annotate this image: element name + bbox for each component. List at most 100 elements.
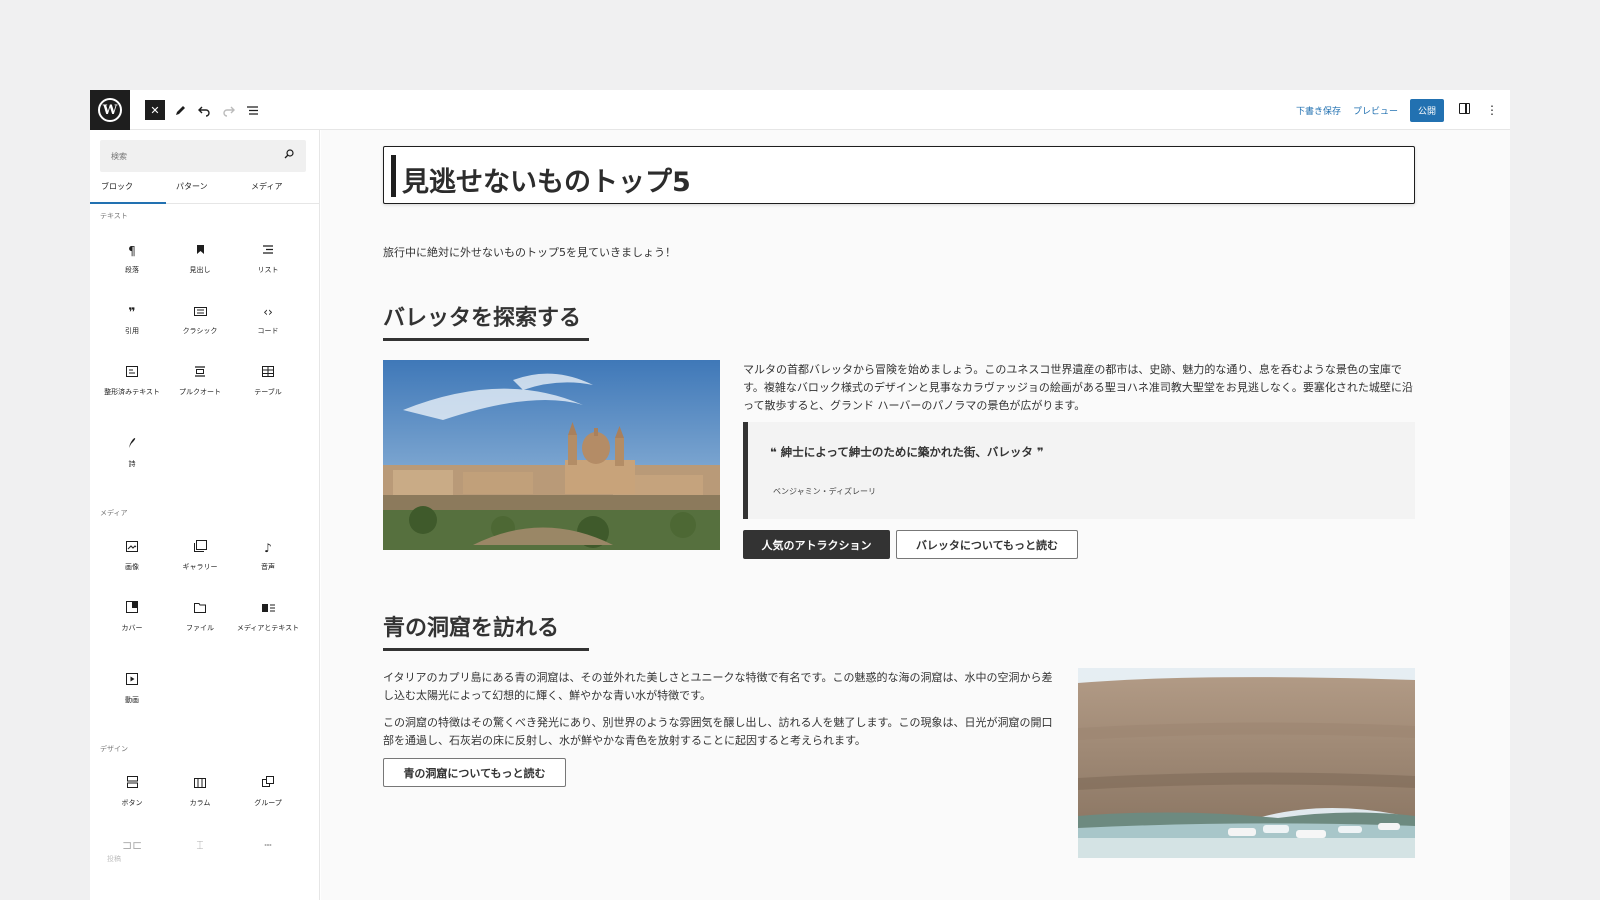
inserter-tabs: ブロック パターン メディア: [90, 176, 319, 204]
block-label: テーブル: [254, 388, 282, 396]
redo-icon: [222, 106, 235, 117]
quote-text: ❝ 紳士によって紳士のために築かれた街、バレッタ ❞: [770, 444, 1044, 460]
block-file[interactable]: ファイル: [166, 600, 234, 633]
block-label: 段落: [125, 266, 139, 274]
valletta-photo: [383, 360, 720, 550]
category-text-label: テキスト: [100, 212, 128, 220]
block-label: メディアとテキスト: [236, 624, 300, 632]
block-classic[interactable]: クラシック: [166, 303, 234, 336]
block-buttons[interactable]: ボタン: [98, 775, 166, 808]
pencil-icon: [175, 105, 185, 115]
close-inserter-button[interactable]: ✕: [145, 100, 165, 120]
preview-button[interactable]: プレビュー: [1353, 104, 1398, 117]
pullquote-icon: [166, 364, 234, 382]
block-label: ギャラリー: [182, 563, 218, 571]
folder-icon: [166, 600, 234, 618]
block-media-text[interactable]: メディアとテキスト: [234, 600, 302, 633]
verse-icon: [98, 436, 166, 454]
block-cover[interactable]: カバー: [98, 600, 166, 633]
blue-grotto-image[interactable]: [1078, 668, 1415, 858]
block-columns[interactable]: カラム: [166, 775, 234, 808]
block-label: 整形済みテキスト: [104, 388, 160, 396]
settings-sidebar-button[interactable]: [1456, 103, 1472, 117]
table-icon: [234, 364, 302, 382]
group-icon: [234, 775, 302, 793]
section-heading-valletta[interactable]: バレッタを探索する: [383, 300, 589, 341]
document-overview-button[interactable]: [242, 100, 262, 120]
block-paragraph[interactable]: ¶ 段落: [98, 242, 166, 275]
image-icon: [98, 539, 166, 557]
heading-icon: [166, 242, 234, 260]
blue-grotto-paragraph-2[interactable]: この洞窟の特徴はその驚くべき発光にあり、別世界のような雰囲気を醸し出し、訪れる人…: [383, 714, 1057, 750]
block-code[interactable]: ‹› コード: [234, 303, 302, 336]
block-label: 画像: [125, 563, 139, 571]
block-label: 動画: [125, 696, 139, 704]
block-row-partial[interactable]: ⊐⊏: [98, 836, 166, 854]
block-label: 見出し: [189, 266, 211, 274]
block-pullquote[interactable]: プルクオート: [166, 364, 234, 397]
undo-icon: [197, 106, 210, 117]
post-title[interactable]: 見逃せないものトップ5: [402, 160, 691, 199]
block-label: コード: [257, 327, 279, 335]
buttons-icon: [98, 775, 166, 793]
block-image[interactable]: 画像: [98, 539, 166, 572]
block-table[interactable]: テーブル: [234, 364, 302, 397]
block-label: 詩: [128, 460, 136, 468]
publish-button[interactable]: 公開: [1409, 98, 1444, 122]
block-group[interactable]: グループ: [234, 775, 302, 808]
video-icon: [98, 672, 166, 690]
tab-blocks[interactable]: ブロック: [90, 176, 166, 204]
audio-icon: ♪: [264, 541, 272, 555]
more-vertical-icon: ⋮: [1486, 103, 1498, 117]
panel-fade: [90, 860, 319, 900]
save-draft-button[interactable]: 下書き保存: [1296, 104, 1341, 117]
gallery-icon: [166, 539, 234, 557]
block-label: クラシック: [182, 327, 218, 335]
keyboard-icon: [166, 303, 234, 321]
stack-icon: ⌶: [196, 838, 204, 852]
columns-icon: [166, 775, 234, 793]
block-audio[interactable]: ♪ 音声: [234, 539, 302, 572]
undo-button[interactable]: [194, 100, 214, 120]
post-title-field[interactable]: 見逃せないものトップ5: [383, 146, 1415, 204]
valletta-description[interactable]: マルタの首都バレッタから冒険を始めましょう。このユネスコ世界遺産の都市は、史跡、…: [743, 361, 1417, 415]
search-icon[interactable]: [284, 149, 294, 159]
blue-grotto-photo: [1078, 668, 1415, 858]
options-menu-button[interactable]: ⋮: [1484, 103, 1500, 117]
block-preformatted[interactable]: 整形済みテキスト: [98, 364, 166, 397]
read-more-valletta-button[interactable]: バレッタについてもっと読む: [896, 530, 1078, 559]
block-video[interactable]: 動画: [98, 672, 166, 705]
list-view-icon: [246, 105, 258, 115]
quote-icon: ❞: [128, 305, 136, 319]
block-label: ボタン: [121, 799, 143, 807]
valletta-image[interactable]: [383, 360, 720, 550]
blue-grotto-paragraph-1[interactable]: イタリアのカプリ島にある青の洞窟は、その並外れた美しさとユニークな特徴で有名です…: [383, 669, 1057, 705]
block-search-input[interactable]: [100, 140, 280, 172]
media-text-icon: [234, 600, 302, 618]
block-label: ファイル: [186, 624, 214, 632]
block-stack-partial[interactable]: ⌶: [166, 836, 234, 854]
editor-window: W ✕ 下書き保存 プレビュー 公開 ⋮ ブロック パターン: [90, 90, 1510, 900]
tab-media[interactable]: メディア: [240, 176, 316, 204]
popular-attractions-button[interactable]: 人気のアトラクション: [743, 530, 890, 559]
category-design-label: デザイン: [100, 745, 128, 753]
section-heading-blue-grotto[interactable]: 青の洞窟を訪れる: [383, 610, 589, 651]
edit-tool-button[interactable]: [170, 100, 190, 120]
intro-paragraph[interactable]: 旅行中に絶対に外せないものトップ5を見ていきましょう！: [383, 244, 676, 260]
wordpress-logo-button[interactable]: W: [90, 90, 130, 130]
block-list[interactable]: リスト: [234, 242, 302, 275]
block-label: グループ: [254, 799, 282, 807]
paragraph-icon: ¶: [128, 244, 136, 258]
block-gallery[interactable]: ギャラリー: [166, 539, 234, 572]
read-more-blue-grotto-button[interactable]: 青の洞窟についてもっと読む: [383, 758, 566, 787]
redo-button[interactable]: [218, 100, 238, 120]
block-quote[interactable]: ❞ 引用: [98, 303, 166, 336]
row-icon: ⊐⊏: [121, 838, 143, 852]
editor-toolbar: W ✕ 下書き保存 プレビュー 公開 ⋮: [90, 90, 1510, 130]
tab-patterns[interactable]: パターン: [165, 176, 241, 204]
block-heading[interactable]: 見出し: [166, 242, 234, 275]
block-verse[interactable]: 詩: [98, 436, 166, 469]
block-separator-partial[interactable]: ┅: [234, 836, 302, 854]
quote-block[interactable]: ❝ 紳士によって紳士のために築かれた街、バレッタ ❞ ベンジャミン・ディズレーリ: [743, 422, 1415, 519]
quote-content: 紳士によって紳士のために築かれた街、バレッタ: [780, 445, 1033, 459]
